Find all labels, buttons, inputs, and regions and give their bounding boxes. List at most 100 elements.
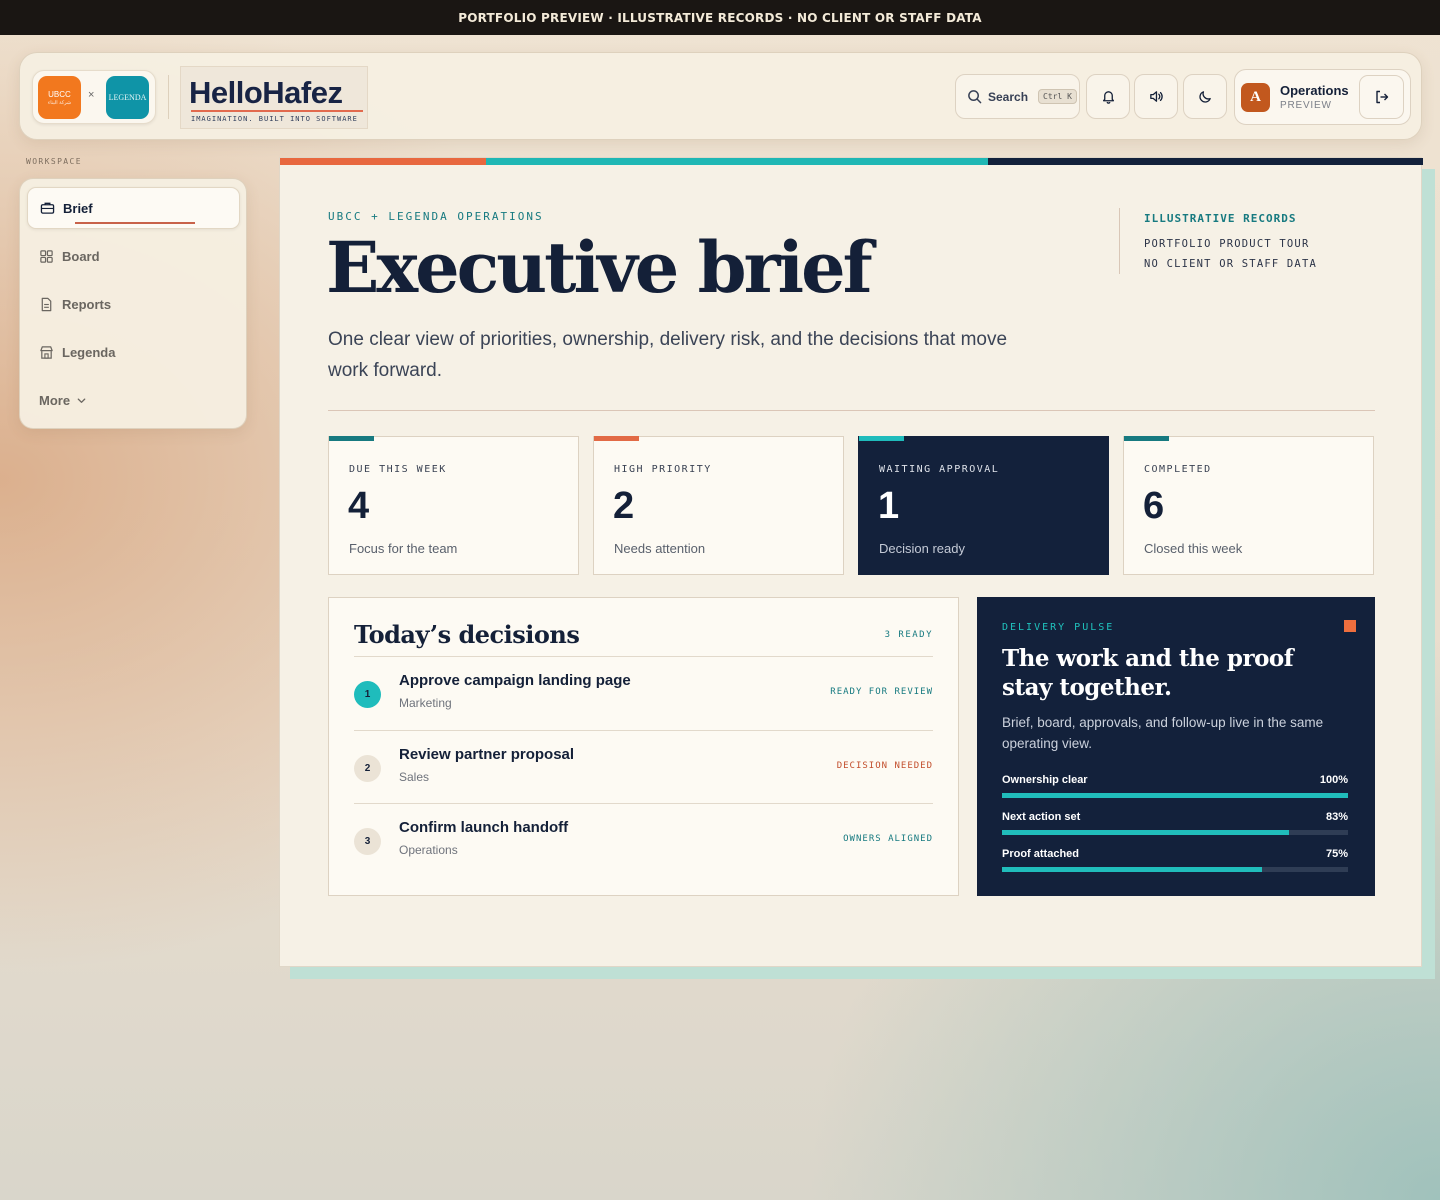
top-header: UBCC شركة البناء × LEGENDA HelloHafez IM…	[19, 52, 1422, 140]
progress-track	[1002, 867, 1348, 872]
sidebar-item-label: Reports	[62, 296, 112, 312]
decision-status: READY FOR REVIEW	[830, 687, 933, 697]
sidebar-item-label: Legenda	[62, 344, 116, 360]
sidebar-item-more[interactable]: More	[27, 379, 240, 421]
metric-next-action: Next action set 83%	[1002, 811, 1348, 841]
ubcc-logo: UBCC شركة البناء	[38, 76, 81, 119]
stat-accent	[594, 436, 639, 441]
brand-tagline: IMAGINATION. BUILT INTO SOFTWARE	[191, 115, 358, 123]
sidebar-item-label: Brief	[63, 200, 93, 216]
grid-icon	[40, 249, 53, 263]
user-role: PREVIEW	[1280, 100, 1332, 111]
decision-row[interactable]: 2 Review partner proposal Sales DECISION…	[354, 731, 933, 804]
stat-card-priority[interactable]: HIGH PRIORITY 2 Needs attention	[593, 436, 844, 575]
sidebar-item-brief[interactable]: Brief	[27, 187, 240, 229]
progress-track	[1002, 830, 1348, 835]
search-shortcut: Ctrl K	[1038, 89, 1077, 104]
note-heading: ILLUSTRATIVE RECORDS	[1144, 212, 1297, 225]
stat-description: Decision ready	[879, 541, 965, 556]
stat-accent	[859, 436, 904, 441]
search-button[interactable]: Search Ctrl K	[955, 74, 1080, 119]
decision-row[interactable]: 1 Approve campaign landing page Marketin…	[354, 657, 933, 730]
ubcc-logo-subtext: شركة البناء	[47, 99, 72, 106]
decision-status: OWNERS ALIGNED	[843, 834, 933, 844]
metric-ownership: Ownership clear 100%	[1002, 774, 1348, 804]
stat-value: 4	[348, 485, 370, 527]
metric-name: Next action set	[1002, 811, 1081, 823]
sidebar-item-reports[interactable]: Reports	[27, 283, 240, 325]
sidebar-item-label: Board	[62, 248, 100, 264]
decision-name: Confirm launch handoff	[399, 819, 569, 836]
decision-number: 1	[354, 681, 381, 708]
sidebar: Brief Board Reports Legenda More	[19, 178, 247, 429]
pulse-title: The work and the proof stay together.	[1002, 645, 1294, 701]
theme-toggle-button[interactable]	[1183, 74, 1227, 119]
logout-button[interactable]	[1359, 75, 1404, 119]
stat-card-due[interactable]: DUE THIS WEEK 4 Focus for the team	[328, 436, 579, 575]
document-icon	[41, 297, 52, 311]
brand-name: HelloHafez	[189, 75, 343, 110]
metric-name: Proof attached	[1002, 848, 1080, 860]
page-eyebrow: UBCC + LEGENDA OPERATIONS	[328, 210, 544, 223]
metric-name: Ownership clear	[1002, 774, 1088, 786]
decisions-panel: Today’s decisions 3 READY 1 Approve camp…	[328, 597, 959, 896]
preview-banner: PORTFOLIO PREVIEW · ILLUSTRATIVE RECORDS…	[0, 0, 1440, 35]
metric-value: 83%	[1325, 811, 1348, 823]
stat-value: 2	[613, 485, 635, 527]
stripe-teal	[486, 158, 988, 165]
ubcc-logo-text: UBCC	[48, 89, 71, 99]
page-subtitle: One clear view of priorities, ownership,…	[328, 329, 1008, 381]
user-name: Operations	[1280, 83, 1349, 98]
briefcase-icon	[40, 202, 55, 214]
sidebar-item-legenda[interactable]: Legenda	[27, 331, 240, 373]
stat-label: DUE THIS WEEK	[349, 464, 447, 475]
decision-status: DECISION NEEDED	[836, 761, 933, 771]
stat-description: Focus for the team	[349, 541, 458, 556]
user-menu[interactable]: A Operations PREVIEW	[1234, 69, 1411, 125]
metric-proof: Proof attached 75%	[1002, 848, 1348, 878]
stat-accent	[329, 436, 374, 441]
stat-accent	[1124, 436, 1169, 441]
note-divider	[1119, 208, 1120, 274]
sidebar-item-label: More	[39, 392, 71, 408]
decision-row[interactable]: 3 Confirm launch handoff Operations OWNE…	[354, 804, 933, 877]
decision-name: Approve campaign landing page	[399, 672, 631, 689]
delivery-pulse-panel: DELIVERY PULSE The work and the proof st…	[977, 597, 1375, 896]
pulse-marker	[1344, 620, 1356, 632]
logout-icon	[1375, 90, 1388, 104]
hellohafez-logo[interactable]: HelloHafez IMAGINATION. BUILT INTO SOFTW…	[180, 66, 368, 129]
logo-separator: ×	[88, 89, 95, 101]
sidebar-item-board[interactable]: Board	[27, 235, 240, 277]
chevron-down-icon	[77, 397, 86, 403]
sound-button[interactable]	[1134, 74, 1178, 119]
executive-brief-card: UBCC + LEGENDA OPERATIONS Executive brie…	[279, 157, 1423, 967]
decision-number: 3	[354, 828, 381, 855]
pulse-text: Brief, board, approvals, and follow-up l…	[1002, 715, 1324, 751]
decision-number: 2	[354, 755, 381, 782]
page-title: Executive brief	[326, 226, 873, 309]
notifications-button[interactable]	[1086, 74, 1130, 119]
decision-team: Marketing	[399, 696, 452, 710]
legenda-logo: LEGENDA	[106, 76, 149, 119]
speaker-icon	[1150, 91, 1163, 102]
pulse-label: DELIVERY PULSE	[1002, 622, 1115, 633]
progress-fill	[1002, 793, 1348, 798]
progress-fill	[1002, 867, 1262, 872]
search-label: Search	[988, 89, 1029, 104]
search-icon	[968, 90, 982, 104]
store-icon	[40, 345, 53, 359]
stat-card-completed[interactable]: COMPLETED 6 Closed this week	[1123, 436, 1374, 575]
partner-logos[interactable]: UBCC شركة البناء × LEGENDA	[32, 70, 156, 124]
metric-value: 100%	[1319, 774, 1348, 786]
section-divider	[328, 410, 1375, 411]
stat-label: COMPLETED	[1144, 464, 1212, 475]
stat-description: Needs attention	[614, 541, 706, 556]
stat-value: 1	[878, 485, 900, 527]
brand-underline	[191, 110, 363, 112]
stat-label: HIGH PRIORITY	[614, 464, 712, 475]
stat-value: 6	[1143, 485, 1165, 527]
bell-icon	[1102, 91, 1114, 104]
avatar: A	[1241, 83, 1270, 112]
stat-card-approval[interactable]: WAITING APPROVAL 1 Decision ready	[858, 436, 1109, 575]
decisions-title: Today’s decisions	[354, 620, 580, 649]
